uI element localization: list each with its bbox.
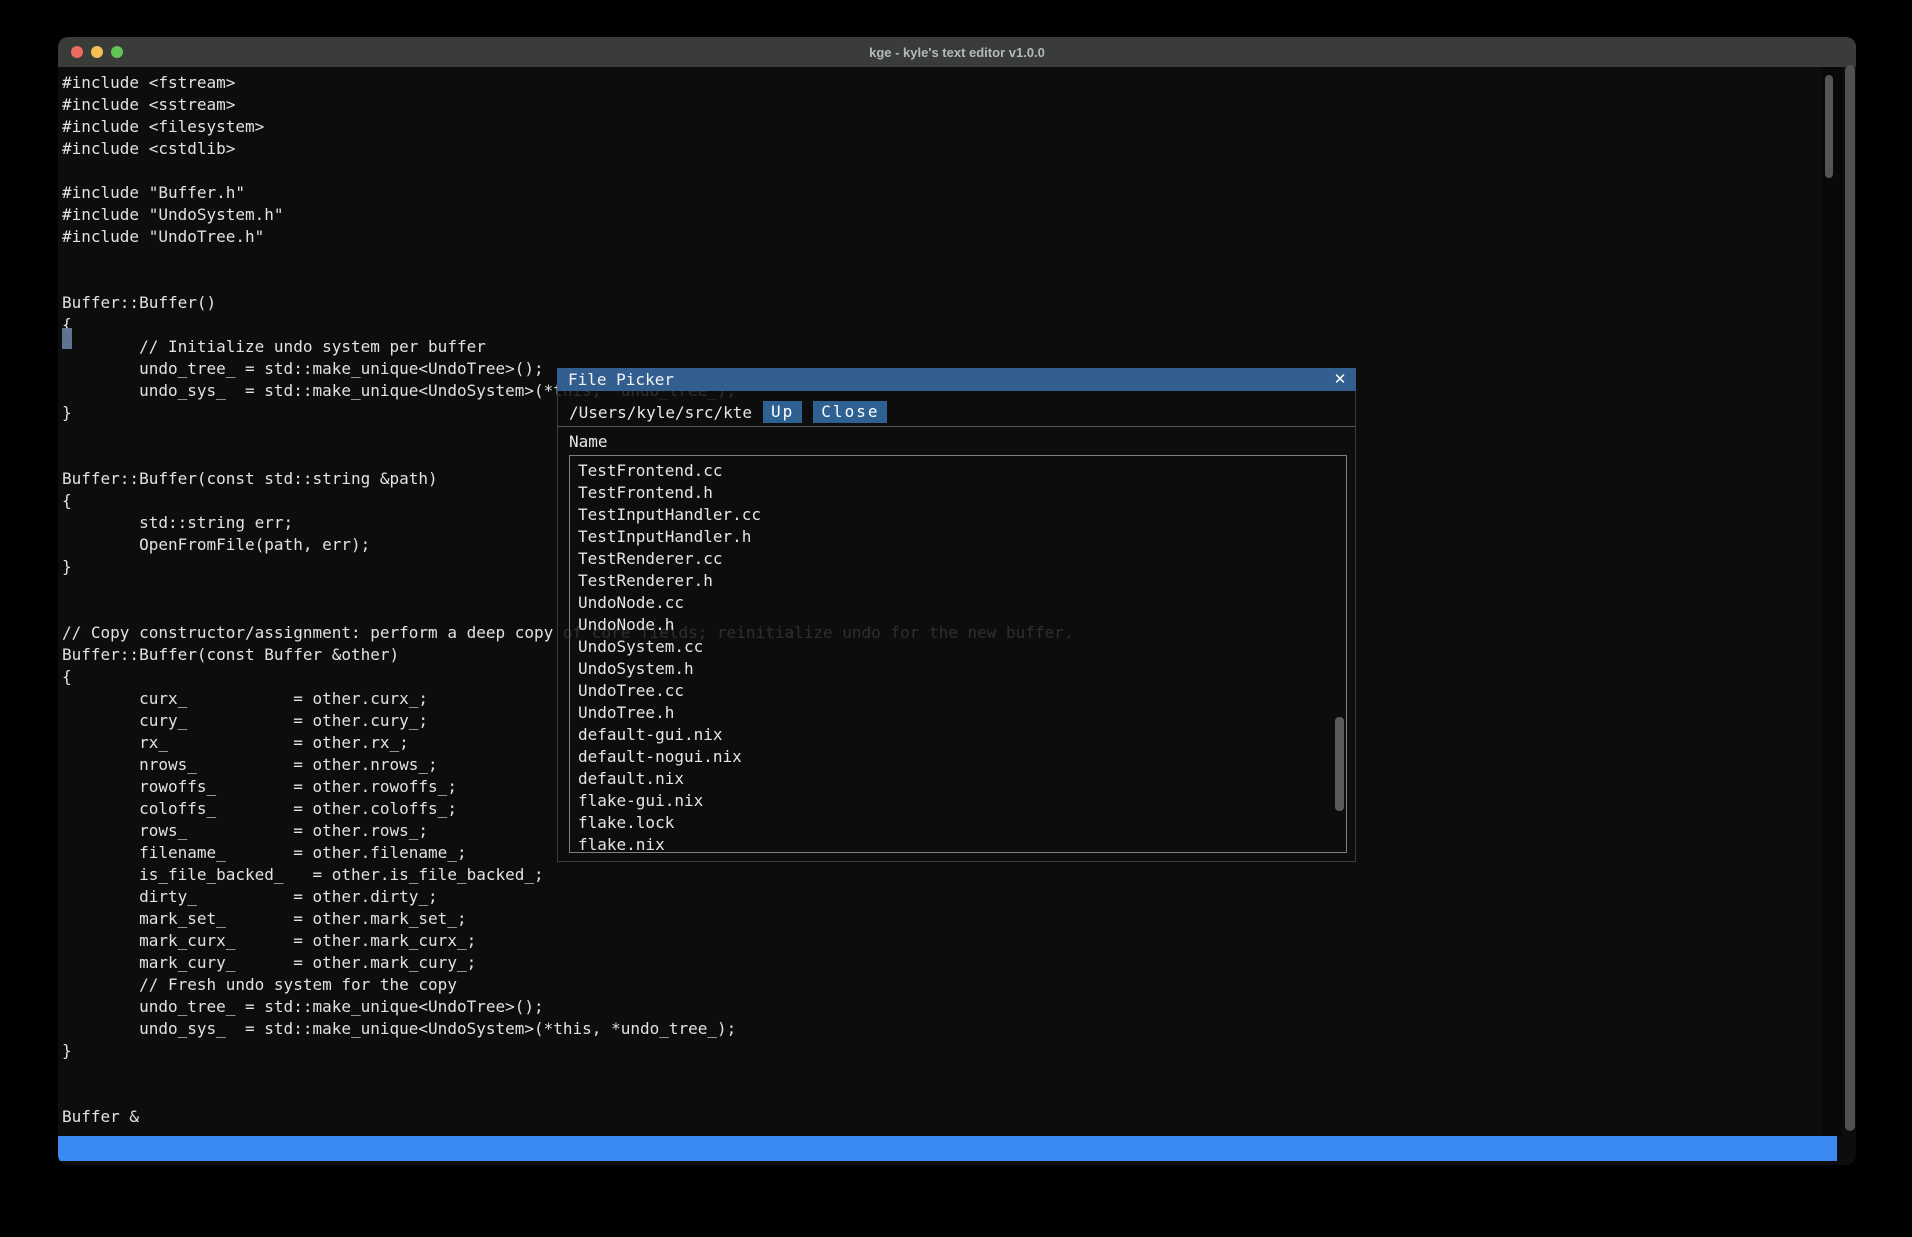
- code-line: mark_cury_ = other.mark_cury_;: [62, 952, 1856, 974]
- column-header-name: Name: [569, 431, 1347, 453]
- code-line: Buffer &: [62, 1106, 1856, 1128]
- file-item[interactable]: TestInputHandler.cc: [578, 504, 1346, 526]
- file-list-scrollbar-thumb[interactable]: [1335, 717, 1344, 811]
- file-item[interactable]: TestFrontend.h: [578, 482, 1346, 504]
- code-line: #include "Buffer.h": [62, 182, 1856, 204]
- code-line: #include "UndoTree.h": [62, 226, 1856, 248]
- file-picker-dialog: File Picker ✕ /Users/kyle/src/kte Up Clo…: [557, 368, 1356, 862]
- status-version-file: kge v1.0.0 [1/1] Buffer.cc 486L: [68, 1161, 376, 1165]
- window-scrollbar-thumb[interactable]: [1845, 65, 1855, 1131]
- editor-scrollbar-track[interactable]: [1822, 67, 1843, 1136]
- file-item[interactable]: UndoSystem.h: [578, 658, 1346, 680]
- file-item[interactable]: flake.lock: [578, 812, 1346, 834]
- file-item[interactable]: flake.nix: [578, 834, 1346, 853]
- code-line: Buffer::Buffer(): [62, 292, 1856, 314]
- file-item[interactable]: default-gui.nix: [578, 724, 1346, 746]
- code-line: // Fresh undo system for the copy: [62, 974, 1856, 996]
- file-picker-titlebar[interactable]: File Picker ✕: [557, 368, 1356, 391]
- file-item[interactable]: TestRenderer.h: [578, 570, 1346, 592]
- code-line: dirty_ = other.dirty_;: [62, 886, 1856, 908]
- code-line: [62, 160, 1856, 182]
- code-line: {: [62, 314, 1856, 336]
- code-line: [62, 248, 1856, 270]
- editor-window: kge - kyle's text editor v1.0.0 #include…: [58, 37, 1856, 1165]
- code-line: undo_tree_ = std::make_unique<UndoTree>(…: [62, 996, 1856, 1018]
- up-button[interactable]: Up: [763, 401, 802, 423]
- minimize-window-icon[interactable]: [91, 46, 103, 58]
- file-item[interactable]: default-nogui.nix: [578, 746, 1346, 768]
- file-item[interactable]: UndoNode.cc: [578, 592, 1346, 614]
- code-line: }: [62, 1040, 1856, 1062]
- code-line: #include <filesystem>: [62, 116, 1856, 138]
- code-line: #include "UndoSystem.h": [62, 204, 1856, 226]
- code-line: is_file_backed_ = other.is_file_backed_;: [62, 864, 1856, 886]
- file-picker-title: File Picker: [568, 370, 674, 389]
- zoom-window-icon[interactable]: [111, 46, 123, 58]
- current-path: /Users/kyle/src/kte: [569, 403, 752, 422]
- code-line: [62, 1062, 1856, 1084]
- code-line: #include <fstream>: [62, 72, 1856, 94]
- file-item[interactable]: TestRenderer.cc: [578, 548, 1346, 570]
- file-item[interactable]: TestFrontend.cc: [578, 460, 1346, 482]
- file-item[interactable]: default.nix: [578, 768, 1346, 790]
- file-item[interactable]: UndoTree.cc: [578, 680, 1346, 702]
- dialog-close-icon[interactable]: ✕: [1331, 370, 1349, 388]
- code-line: mark_curx_ = other.mark_curx_;: [62, 930, 1856, 952]
- file-item[interactable]: UndoTree.h: [578, 702, 1346, 724]
- window-title: kge - kyle's text editor v1.0.0: [869, 45, 1045, 60]
- code-line: undo_sys_ = std::make_unique<UndoSystem>…: [62, 1018, 1856, 1040]
- code-line: // Initialize undo system per buffer: [62, 336, 1856, 358]
- close-window-icon[interactable]: [71, 46, 83, 58]
- code-line: [62, 270, 1856, 292]
- file-item[interactable]: flake-gui.nix: [578, 790, 1346, 812]
- file-item[interactable]: UndoNode.h: [578, 614, 1346, 636]
- code-line: #include <sstream>: [62, 94, 1856, 116]
- window-titlebar[interactable]: kge - kyle's text editor v1.0.0: [58, 37, 1856, 67]
- file-item[interactable]: TestInputHandler.h: [578, 526, 1346, 548]
- path-divider: [558, 426, 1355, 427]
- code-line: [62, 1084, 1856, 1106]
- file-picker-body: /Users/kyle/src/kte Up Close Name TestFr…: [558, 391, 1355, 861]
- code-line: mark_set_ = other.mark_set_;: [62, 908, 1856, 930]
- editor-scrollbar-thumb[interactable]: [1825, 75, 1833, 178]
- code-line: #include <cstdlib>: [62, 138, 1856, 160]
- status-bar: kge v1.0.0 [1/1] Buffer.cc 486L Open Fil…: [58, 1136, 1837, 1161]
- traffic-lights: [71, 46, 123, 58]
- file-item[interactable]: UndoSystem.cc: [578, 636, 1346, 658]
- close-button[interactable]: Close: [813, 401, 887, 423]
- text-cursor: [62, 328, 72, 349]
- file-list[interactable]: TestFrontend.ccTestFrontend.hTestInputHa…: [569, 455, 1347, 853]
